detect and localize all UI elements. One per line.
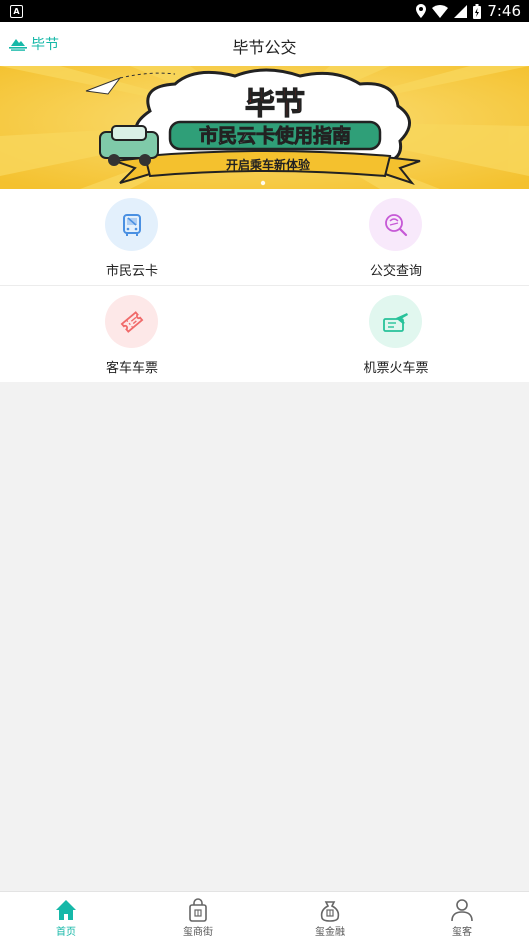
user-icon bbox=[451, 899, 473, 922]
bottom-tab-bar: 首页 玺商街 玺金融 玺客 bbox=[0, 891, 529, 942]
shopping-bag-icon bbox=[189, 898, 207, 922]
carousel-dot[interactable] bbox=[260, 180, 266, 186]
plane-ticket-icon bbox=[369, 295, 422, 348]
location-icon bbox=[416, 4, 427, 18]
battery-icon bbox=[473, 3, 482, 19]
grid-item-label: 市民云卡 bbox=[105, 264, 158, 279]
banner-image: 毕节 市民云卡使用指南 开启乘车新体验 bbox=[0, 66, 529, 189]
home-icon bbox=[56, 900, 76, 920]
notification-a-icon: A bbox=[10, 5, 23, 18]
banner-tagline: 开启乘车新体验 bbox=[226, 157, 311, 172]
status-bar: A 7:46 bbox=[0, 0, 529, 22]
tab-label: 玺金融 bbox=[315, 927, 345, 938]
banner-subtitle: 市民云卡使用指南 bbox=[199, 124, 351, 147]
tab-label: 玺客 bbox=[452, 927, 472, 938]
status-time: 7:46 bbox=[487, 2, 521, 20]
grid-item-label: 客车车票 bbox=[105, 361, 158, 376]
tab-home[interactable]: 首页 bbox=[0, 892, 132, 942]
search-icon bbox=[369, 198, 422, 251]
service-grid: 市民云卡 公交查询 客车车票 机票火车票 bbox=[0, 189, 529, 382]
grid-item-citizen-card[interactable]: 市民云卡 bbox=[0, 189, 264, 285]
ticket-icon bbox=[105, 295, 158, 348]
money-bag-icon bbox=[320, 901, 340, 922]
grid-item-bus-query[interactable]: 公交查询 bbox=[264, 189, 528, 285]
grid-item-coach-ticket[interactable]: 客车车票 bbox=[0, 286, 264, 382]
banner-title: 毕节 bbox=[245, 87, 305, 122]
tab-shopping-street[interactable]: 玺商街 bbox=[132, 892, 264, 942]
tab-label: 玺商街 bbox=[183, 927, 213, 938]
wifi-icon bbox=[432, 4, 449, 18]
tab-finance[interactable]: 玺金融 bbox=[264, 892, 396, 942]
banner-carousel[interactable]: 毕节 市民云卡使用指南 开启乘车新体验 bbox=[0, 66, 529, 189]
grid-item-air-rail-ticket[interactable]: 机票火车票 bbox=[264, 286, 528, 382]
grid-item-label: 机票火车票 bbox=[363, 361, 429, 376]
header: 毕节 毕节公交 bbox=[0, 22, 529, 67]
bus-icon bbox=[105, 198, 158, 251]
tab-label: 首页 bbox=[56, 927, 76, 938]
tab-profile[interactable]: 玺客 bbox=[396, 892, 528, 942]
page-title: 毕节公交 bbox=[232, 38, 297, 57]
signal-icon bbox=[454, 4, 468, 18]
grid-item-label: 公交查询 bbox=[369, 264, 422, 279]
